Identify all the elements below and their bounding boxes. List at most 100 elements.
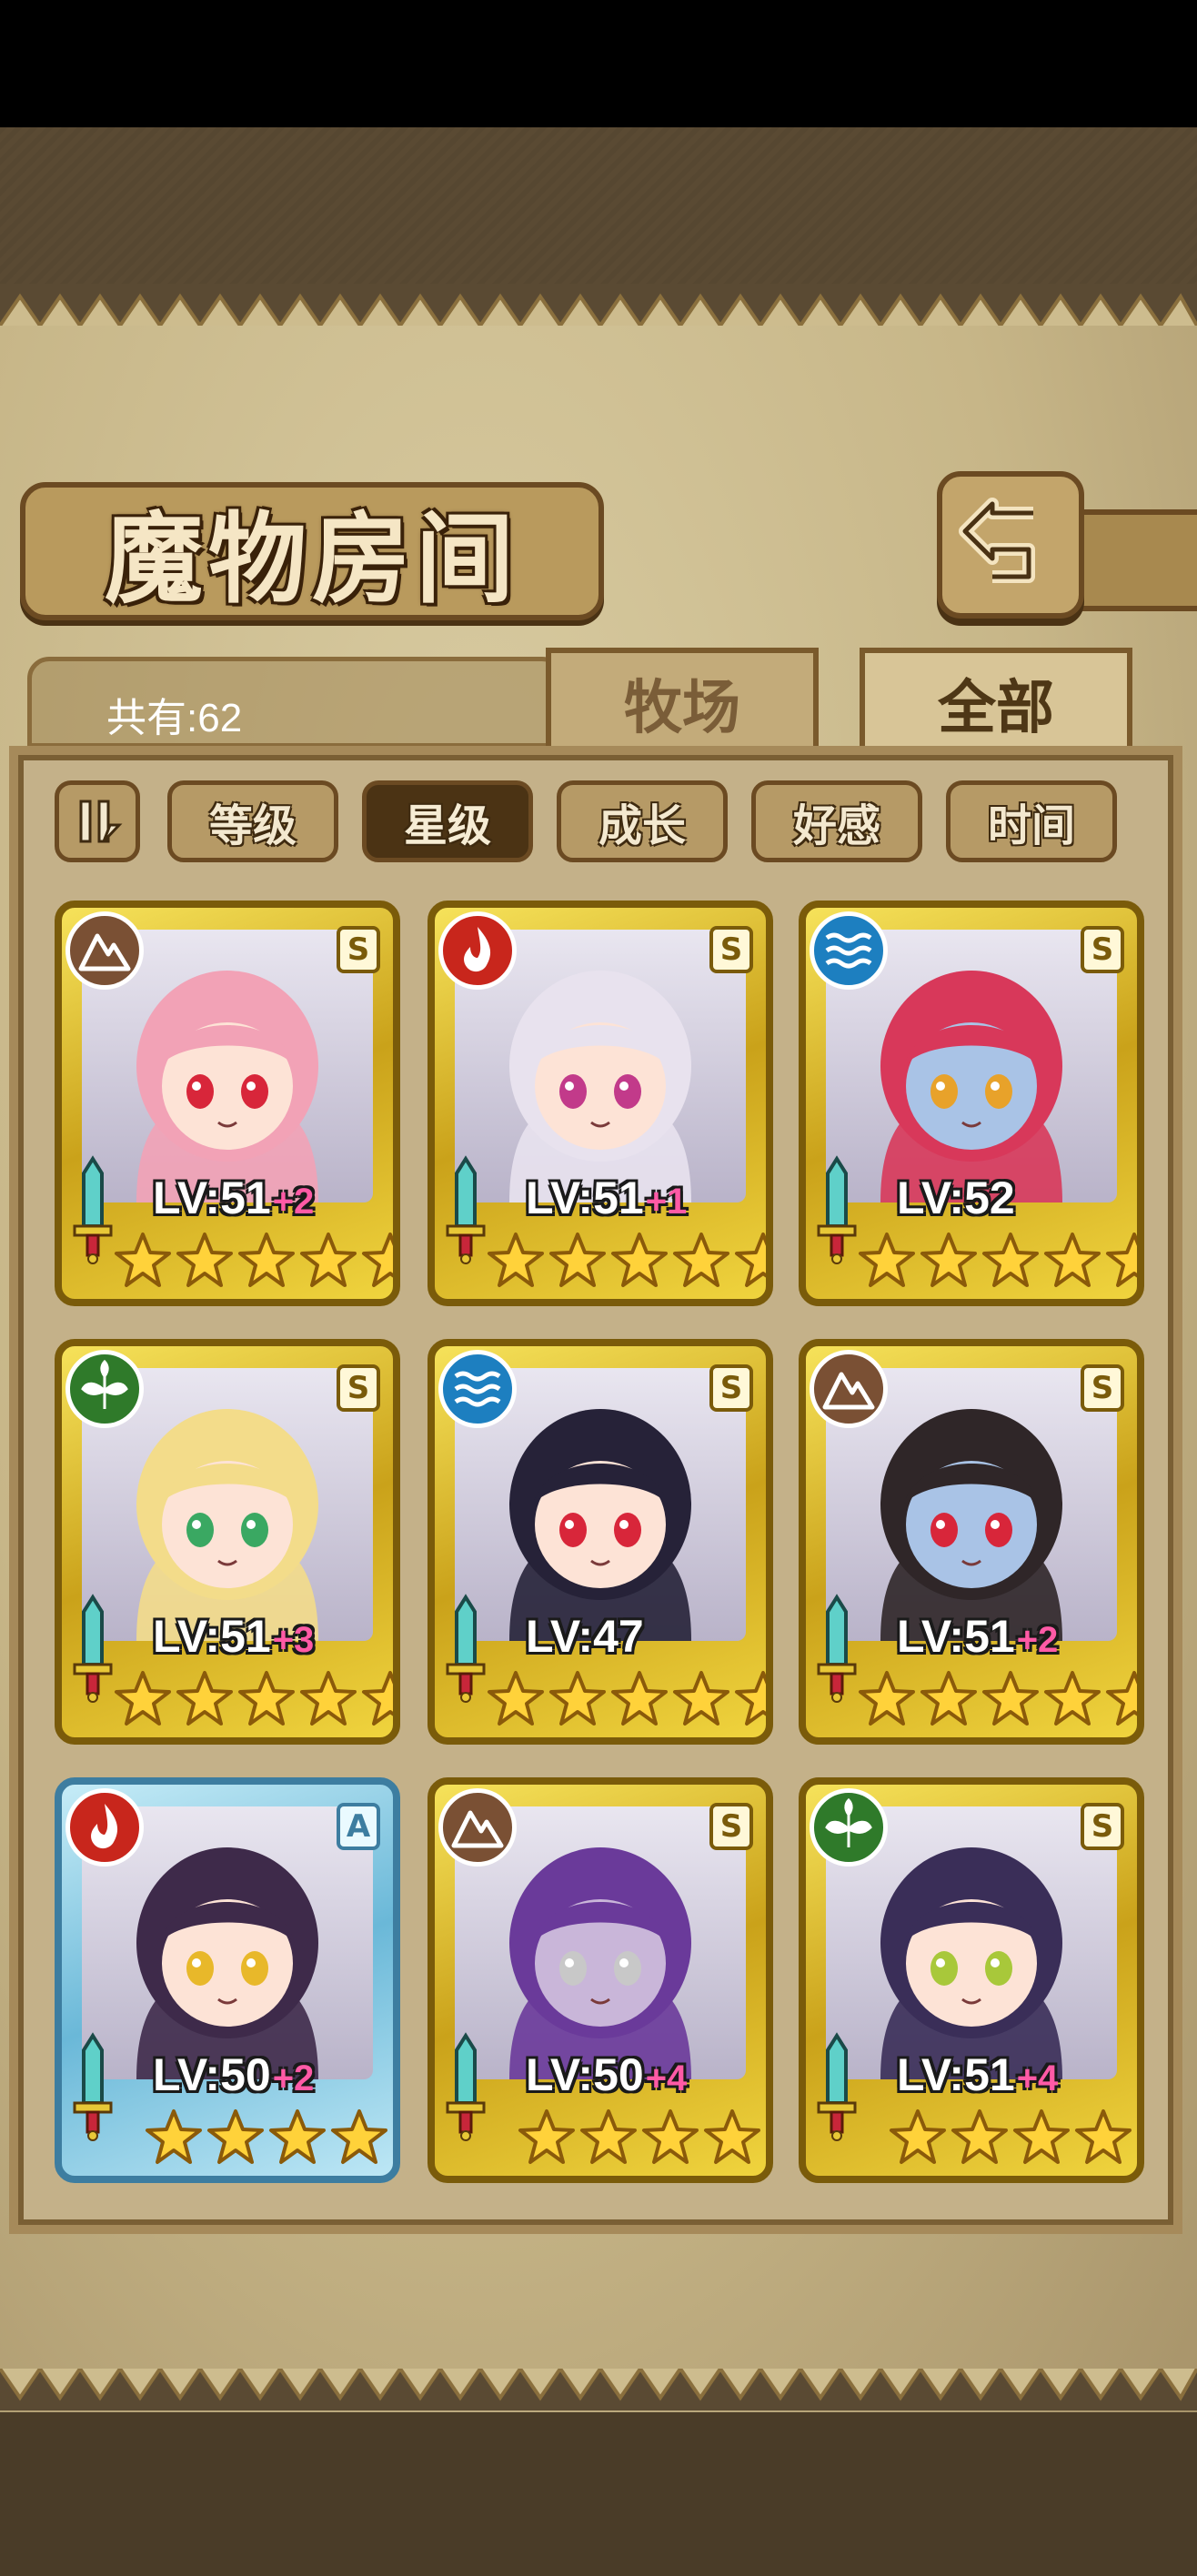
star-icon xyxy=(207,2109,264,2164)
star-icon xyxy=(549,1671,606,1726)
star-icon xyxy=(146,2109,202,2164)
level-value: LV:51 xyxy=(897,1611,1015,1662)
sword-icon xyxy=(73,1594,113,1703)
star-icon xyxy=(488,1233,544,1287)
tab-all[interactable]: 全部 xyxy=(860,648,1132,753)
monster-card[interactable]: S LV:50+4 xyxy=(428,1777,773,2183)
monster-level: LV:51+1 xyxy=(526,1172,687,1224)
zigzag-border-top xyxy=(0,284,1197,326)
zigzag-border-bottom xyxy=(0,2369,1197,2410)
sort-level-button[interactable]: 等级 xyxy=(167,780,338,862)
sort-order-toggle[interactable] xyxy=(55,780,140,862)
level-bonus: +4 xyxy=(1016,2058,1059,2098)
star-icon xyxy=(176,1233,233,1287)
monster-card[interactable]: A LV:50+2 xyxy=(55,1777,400,2183)
earth-element-icon xyxy=(810,1350,888,1428)
sort-affection-button[interactable]: 好感 xyxy=(751,780,922,862)
star-rating xyxy=(857,1226,1137,1295)
star-icon xyxy=(488,1671,544,1726)
star-icon xyxy=(859,1233,915,1287)
sword-icon xyxy=(446,1155,486,1264)
rank-badge: S xyxy=(337,926,380,973)
rank-badge: S xyxy=(337,1364,380,1412)
level-bonus: +2 xyxy=(272,1182,315,1222)
star-icon xyxy=(982,1233,1039,1287)
tab-ranch[interactable]: 牧场 xyxy=(546,648,819,753)
earth-element-icon xyxy=(438,1788,517,1867)
monster-card[interactable]: S LV:51+3 xyxy=(55,1339,400,1745)
star-icon xyxy=(642,2109,699,2164)
monster-room-screen: 魔物房间 共有:62 牧场 全部 等级 星级 成长 好感 时间 S LV:51+2… xyxy=(0,0,1197,2576)
level-value: LV:51 xyxy=(153,1611,271,1662)
star-icon xyxy=(300,1233,357,1287)
monster-card[interactable]: S LV:52 xyxy=(799,901,1144,1306)
rank-badge: S xyxy=(1081,1803,1124,1850)
star-rating xyxy=(517,2103,762,2172)
star-icon xyxy=(549,1233,606,1287)
monster-level: LV:47 xyxy=(526,1610,644,1663)
star-icon xyxy=(238,1671,295,1726)
star-rating xyxy=(857,1665,1137,1734)
rank-badge: S xyxy=(709,1364,753,1412)
sort-star-button[interactable]: 星级 xyxy=(362,780,533,862)
star-icon xyxy=(704,2109,760,2164)
star-icon xyxy=(580,2109,637,2164)
back-button[interactable] xyxy=(937,471,1084,619)
wood-element-icon xyxy=(65,1350,144,1428)
monster-count: 共有:62 xyxy=(106,696,243,740)
monster-level: LV:50+4 xyxy=(526,2048,687,2101)
wood-element-icon xyxy=(810,1788,888,1867)
star-icon xyxy=(735,1671,766,1726)
monster-card[interactable]: S LV:51+2 xyxy=(55,901,400,1306)
star-icon xyxy=(673,1671,729,1726)
water-element-icon xyxy=(810,911,888,990)
level-value: LV:50 xyxy=(526,2049,644,2100)
fire-element-icon xyxy=(438,911,517,990)
sword-icon xyxy=(73,1155,113,1264)
level-value: LV:51 xyxy=(153,1172,271,1223)
star-icon xyxy=(920,1233,977,1287)
monster-card[interactable]: S LV:51+2 xyxy=(799,1339,1144,1745)
earth-element-icon xyxy=(65,911,144,990)
star-rating xyxy=(113,1665,393,1734)
star-rating xyxy=(486,1665,766,1734)
level-value: LV:52 xyxy=(897,1172,1015,1223)
monster-level: LV:52 xyxy=(897,1172,1015,1224)
level-bonus: +2 xyxy=(1016,1620,1059,1660)
sword-icon xyxy=(73,2032,113,2141)
water-element-icon xyxy=(438,1350,517,1428)
level-bonus: +2 xyxy=(272,2058,315,2098)
star-icon xyxy=(238,1233,295,1287)
level-value: LV:47 xyxy=(526,1611,644,1662)
map-background-bottom xyxy=(0,2410,1197,2576)
level-value: LV:51 xyxy=(897,2049,1015,2100)
fire-element-icon xyxy=(65,1788,144,1867)
sword-icon xyxy=(817,2032,857,2141)
star-icon xyxy=(1106,1671,1137,1726)
monster-level: LV:51+4 xyxy=(897,2048,1058,2101)
monster-card[interactable]: S LV:47 xyxy=(428,1339,773,1745)
sort-time-button[interactable]: 时间 xyxy=(946,780,1117,862)
star-icon xyxy=(115,1671,171,1726)
sword-icon xyxy=(446,2032,486,2141)
monster-level: LV:51+2 xyxy=(897,1610,1058,1663)
star-icon xyxy=(1106,1233,1137,1287)
rank-badge: S xyxy=(1081,926,1124,973)
star-icon xyxy=(1044,1671,1101,1726)
star-rating xyxy=(113,1226,393,1295)
star-icon xyxy=(611,1671,668,1726)
monster-card[interactable]: S LV:51+4 xyxy=(799,1777,1144,2183)
sort-growth-button[interactable]: 成长 xyxy=(557,780,728,862)
sword-icon xyxy=(817,1594,857,1703)
star-icon xyxy=(611,1233,668,1287)
title-plate: 魔物房间 xyxy=(20,482,604,620)
star-icon xyxy=(115,1233,171,1287)
star-icon xyxy=(859,1671,915,1726)
monster-card[interactable]: S LV:51+1 xyxy=(428,901,773,1306)
level-bonus: +3 xyxy=(272,1620,315,1660)
level-value: LV:51 xyxy=(526,1172,644,1223)
rank-badge: S xyxy=(709,1803,753,1850)
star-icon xyxy=(176,1671,233,1726)
status-bar xyxy=(0,0,1197,127)
star-icon xyxy=(673,1233,729,1287)
